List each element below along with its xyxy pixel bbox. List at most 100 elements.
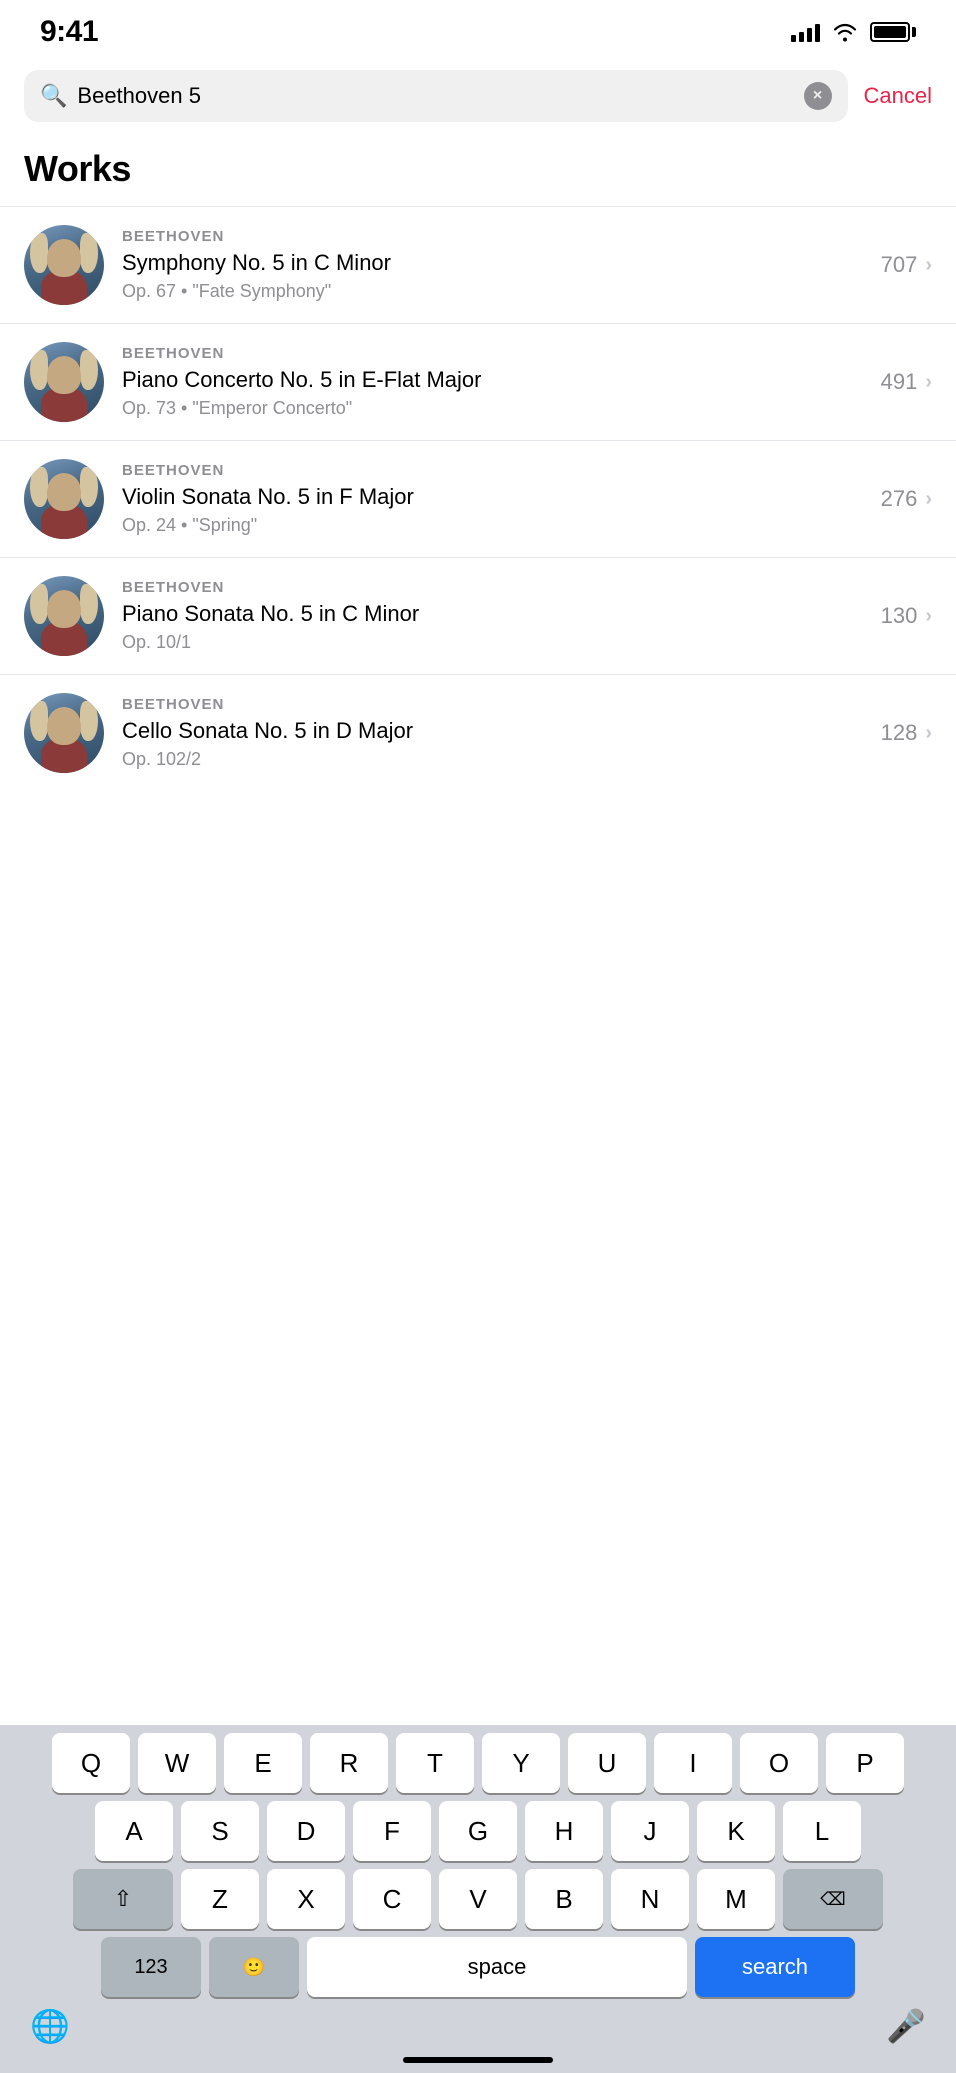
key-d[interactable]: D <box>267 1801 345 1861</box>
work-title: Cello Sonata No. 5 in D Major <box>122 717 863 746</box>
avatar <box>24 342 104 422</box>
key-t[interactable]: T <box>396 1733 474 1793</box>
work-count-container: 130 › <box>881 603 932 629</box>
list-item[interactable]: BEETHOVEN Symphony No. 5 in C Minor Op. … <box>0 206 956 323</box>
work-title: Symphony No. 5 in C Minor <box>122 249 863 278</box>
work-count-container: 128 › <box>881 720 932 746</box>
list-item[interactable]: BEETHOVEN Piano Sonata No. 5 in C Minor … <box>0 557 956 674</box>
key-b[interactable]: B <box>525 1869 603 1929</box>
key-v[interactable]: V <box>439 1869 517 1929</box>
home-bar <box>403 2057 553 2063</box>
key-f[interactable]: F <box>353 1801 431 1861</box>
backspace-key[interactable]: ⌫ <box>783 1869 883 1929</box>
work-info: BEETHOVEN Cello Sonata No. 5 in D Major … <box>122 696 863 771</box>
keyboard: Q W E R T Y U I O P A S D F G H J K L ⇧ … <box>0 1725 956 2073</box>
key-w[interactable]: W <box>138 1733 216 1793</box>
signal-icon <box>791 22 820 42</box>
status-bar: 9:41 <box>0 0 956 60</box>
work-count: 130 <box>881 603 918 629</box>
composer-label: BEETHOVEN <box>122 579 863 596</box>
key-c[interactable]: C <box>353 1869 431 1929</box>
search-icon: 🔍 <box>40 83 67 109</box>
key-s[interactable]: S <box>181 1801 259 1861</box>
search-bar-container: 🔍 × Cancel <box>0 60 956 138</box>
work-info: BEETHOVEN Symphony No. 5 in C Minor Op. … <box>122 228 863 303</box>
keyboard-row-2: A S D F G H J K L <box>0 1793 956 1861</box>
cancel-button[interactable]: Cancel <box>864 83 932 109</box>
wifi-icon <box>832 22 858 42</box>
search-input[interactable] <box>77 83 793 109</box>
key-m[interactable]: M <box>697 1869 775 1929</box>
chevron-right-icon: › <box>925 371 932 394</box>
key-g[interactable]: G <box>439 1801 517 1861</box>
space-key[interactable]: space <box>307 1937 687 1997</box>
keyboard-row-3: ⇧ Z X C V B N M ⌫ <box>0 1861 956 1929</box>
search-key[interactable]: search <box>695 1937 855 1997</box>
avatar <box>24 459 104 539</box>
key-u[interactable]: U <box>568 1733 646 1793</box>
list-item[interactable]: BEETHOVEN Cello Sonata No. 5 in D Major … <box>0 674 956 791</box>
work-subtitle: Op. 102/2 <box>122 749 863 770</box>
keyboard-row-1: Q W E R T Y U I O P <box>0 1725 956 1793</box>
work-count-container: 276 › <box>881 486 932 512</box>
work-count: 128 <box>881 720 918 746</box>
chevron-right-icon: › <box>925 722 932 745</box>
key-l[interactable]: L <box>783 1801 861 1861</box>
works-header: Works <box>0 138 956 206</box>
key-a[interactable]: A <box>95 1801 173 1861</box>
chevron-right-icon: › <box>925 605 932 628</box>
globe-icon[interactable]: 🌐 <box>30 2007 70 2045</box>
key-r[interactable]: R <box>310 1733 388 1793</box>
composer-label: BEETHOVEN <box>122 228 863 245</box>
composer-label: BEETHOVEN <box>122 345 863 362</box>
composer-label: BEETHOVEN <box>122 462 863 479</box>
avatar <box>24 576 104 656</box>
key-e[interactable]: E <box>224 1733 302 1793</box>
chevron-right-icon: › <box>925 254 932 277</box>
shift-key[interactable]: ⇧ <box>73 1869 173 1929</box>
microphone-icon[interactable]: 🎤 <box>886 2007 926 2045</box>
chevron-right-icon: › <box>925 488 932 511</box>
key-j[interactable]: J <box>611 1801 689 1861</box>
work-count: 276 <box>881 486 918 512</box>
work-title: Piano Concerto No. 5 in E-Flat Major <box>122 366 863 395</box>
key-h[interactable]: H <box>525 1801 603 1861</box>
status-time: 9:41 <box>40 15 98 49</box>
work-count-container: 707 › <box>881 252 932 278</box>
composer-label: BEETHOVEN <box>122 696 863 713</box>
work-info: BEETHOVEN Piano Sonata No. 5 in C Minor … <box>122 579 863 654</box>
emoji-key[interactable]: 🙂 <box>209 1937 299 1997</box>
works-list: BEETHOVEN Symphony No. 5 in C Minor Op. … <box>0 206 956 791</box>
key-y[interactable]: Y <box>482 1733 560 1793</box>
work-count: 707 <box>881 252 918 278</box>
key-o[interactable]: O <box>740 1733 818 1793</box>
work-count: 491 <box>881 369 918 395</box>
work-title: Piano Sonata No. 5 in C Minor <box>122 600 863 629</box>
work-subtitle: Op. 24 • "Spring" <box>122 515 863 536</box>
work-title: Violin Sonata No. 5 in F Major <box>122 483 863 512</box>
key-p[interactable]: P <box>826 1733 904 1793</box>
work-count-container: 491 › <box>881 369 932 395</box>
section-title: Works <box>24 148 932 190</box>
numbers-key[interactable]: 123 <box>101 1937 201 1997</box>
key-k[interactable]: K <box>697 1801 775 1861</box>
home-indicator <box>0 2051 956 2073</box>
avatar <box>24 693 104 773</box>
keyboard-bottom-row: 🌐 🎤 <box>0 1997 956 2051</box>
work-subtitle: Op. 67 • "Fate Symphony" <box>122 281 863 302</box>
key-q[interactable]: Q <box>52 1733 130 1793</box>
work-info: BEETHOVEN Piano Concerto No. 5 in E-Flat… <box>122 345 863 420</box>
work-info: BEETHOVEN Violin Sonata No. 5 in F Major… <box>122 462 863 537</box>
status-icons <box>791 22 916 42</box>
search-input-wrapper[interactable]: 🔍 × <box>24 70 848 122</box>
list-item[interactable]: BEETHOVEN Violin Sonata No. 5 in F Major… <box>0 440 956 557</box>
key-z[interactable]: Z <box>181 1869 259 1929</box>
key-n[interactable]: N <box>611 1869 689 1929</box>
key-x[interactable]: X <box>267 1869 345 1929</box>
keyboard-row-4: 123 🙂 space search <box>0 1929 956 1997</box>
key-i[interactable]: I <box>654 1733 732 1793</box>
avatar <box>24 225 104 305</box>
list-item[interactable]: BEETHOVEN Piano Concerto No. 5 in E-Flat… <box>0 323 956 440</box>
work-subtitle: Op. 73 • "Emperor Concerto" <box>122 398 863 419</box>
clear-button[interactable]: × <box>804 82 832 110</box>
